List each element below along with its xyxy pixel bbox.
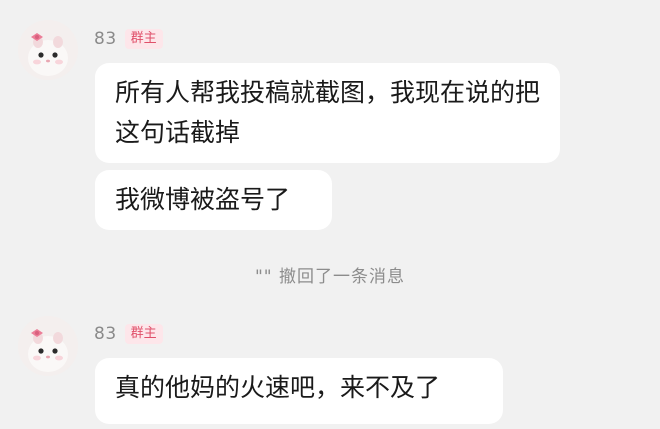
role-badge: 群主	[124, 29, 163, 49]
hamster-with-bow-icon	[18, 20, 78, 80]
message-bubble[interactable]: 我微博被盗号了	[95, 170, 332, 230]
username[interactable]: 83	[94, 29, 117, 49]
role-badge: 群主	[124, 324, 163, 344]
message-bubble[interactable]: 所有人帮我投稿就截图，我现在说的把这句话截掉	[95, 63, 560, 163]
message-header: 83 群主	[94, 324, 163, 344]
recall-notice: "" 撤回了一条消息	[254, 267, 406, 287]
hamster-with-bow-icon	[18, 316, 78, 376]
message-bubble[interactable]: 真的他妈的火速吧，来不及了	[95, 358, 503, 424]
username[interactable]: 83	[94, 324, 117, 344]
message-header: 83 群主	[94, 29, 163, 49]
avatar[interactable]	[18, 316, 78, 376]
avatar[interactable]	[18, 20, 78, 80]
